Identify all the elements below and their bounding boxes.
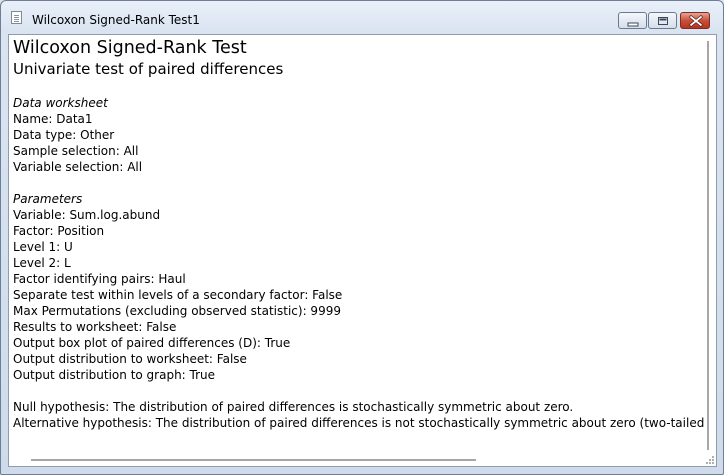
parameter-line: Output distribution to graph: True: [13, 368, 216, 382]
minimize-icon: [627, 22, 639, 27]
window-title: Wilcoxon Signed-Rank Test1: [32, 13, 200, 27]
parameter-line: Max Permutations (excluding observed sta…: [13, 304, 341, 318]
close-button[interactable]: [680, 12, 710, 29]
parameter-line: Factor: Position: [13, 224, 105, 238]
document-icon[interactable]: [11, 11, 22, 24]
maximize-button[interactable]: [648, 12, 677, 29]
vertical-scroll-thumb[interactable]: [707, 41, 709, 450]
parameter-line: Output box plot of paired differences (D…: [13, 336, 291, 350]
parameters-heading: Parameters: [13, 192, 83, 206]
parameter-line: Factor identifying pairs: Haul: [13, 272, 186, 286]
data-line: Name: Data1: [13, 112, 93, 126]
report-title: Wilcoxon Signed-Rank Test: [13, 38, 247, 58]
horizontal-scrollbar[interactable]: [9, 454, 716, 466]
data-line: Data type: Other: [13, 128, 115, 142]
report-content: Wilcoxon Signed-Rank Test Univariate tes…: [13, 37, 713, 431]
parameter-line: Level 1: U: [13, 240, 73, 254]
title-bar[interactable]: Wilcoxon Signed-Rank Test1: [1, 1, 723, 31]
report-pane[interactable]: Wilcoxon Signed-Rank Test Univariate tes…: [8, 34, 717, 467]
parameter-line: Results to worksheet: False: [13, 320, 177, 334]
parameter-line: Separate test within levels of a seconda…: [13, 288, 343, 302]
data-line: Variable selection: All: [13, 160, 143, 174]
vertical-scrollbar[interactable]: [704, 35, 716, 454]
parameter-line: Variable: Sum.log.abund: [13, 208, 161, 222]
maximize-icon: [658, 17, 668, 25]
report-subtitle: Univariate test of paired differences: [13, 60, 284, 78]
close-icon: [689, 15, 703, 27]
parameter-line: Level 2: L: [13, 256, 71, 270]
parameter-line: Output distribution to worksheet: False: [13, 352, 247, 366]
resize-grip-icon[interactable]: [705, 455, 715, 465]
horizontal-scroll-thumb[interactable]: [31, 459, 476, 461]
data-line: Sample selection: All: [13, 144, 139, 158]
alternative-hypothesis: Alternative hypothesis: The distribution…: [13, 416, 713, 430]
null-hypothesis: Null hypothesis: The distribution of pai…: [13, 400, 574, 414]
minimize-button[interactable]: [618, 12, 647, 29]
report-window: Wilcoxon Signed-Rank Test1 Wilcoxon Sign…: [0, 0, 724, 475]
data-worksheet-heading: Data worksheet: [13, 96, 108, 110]
